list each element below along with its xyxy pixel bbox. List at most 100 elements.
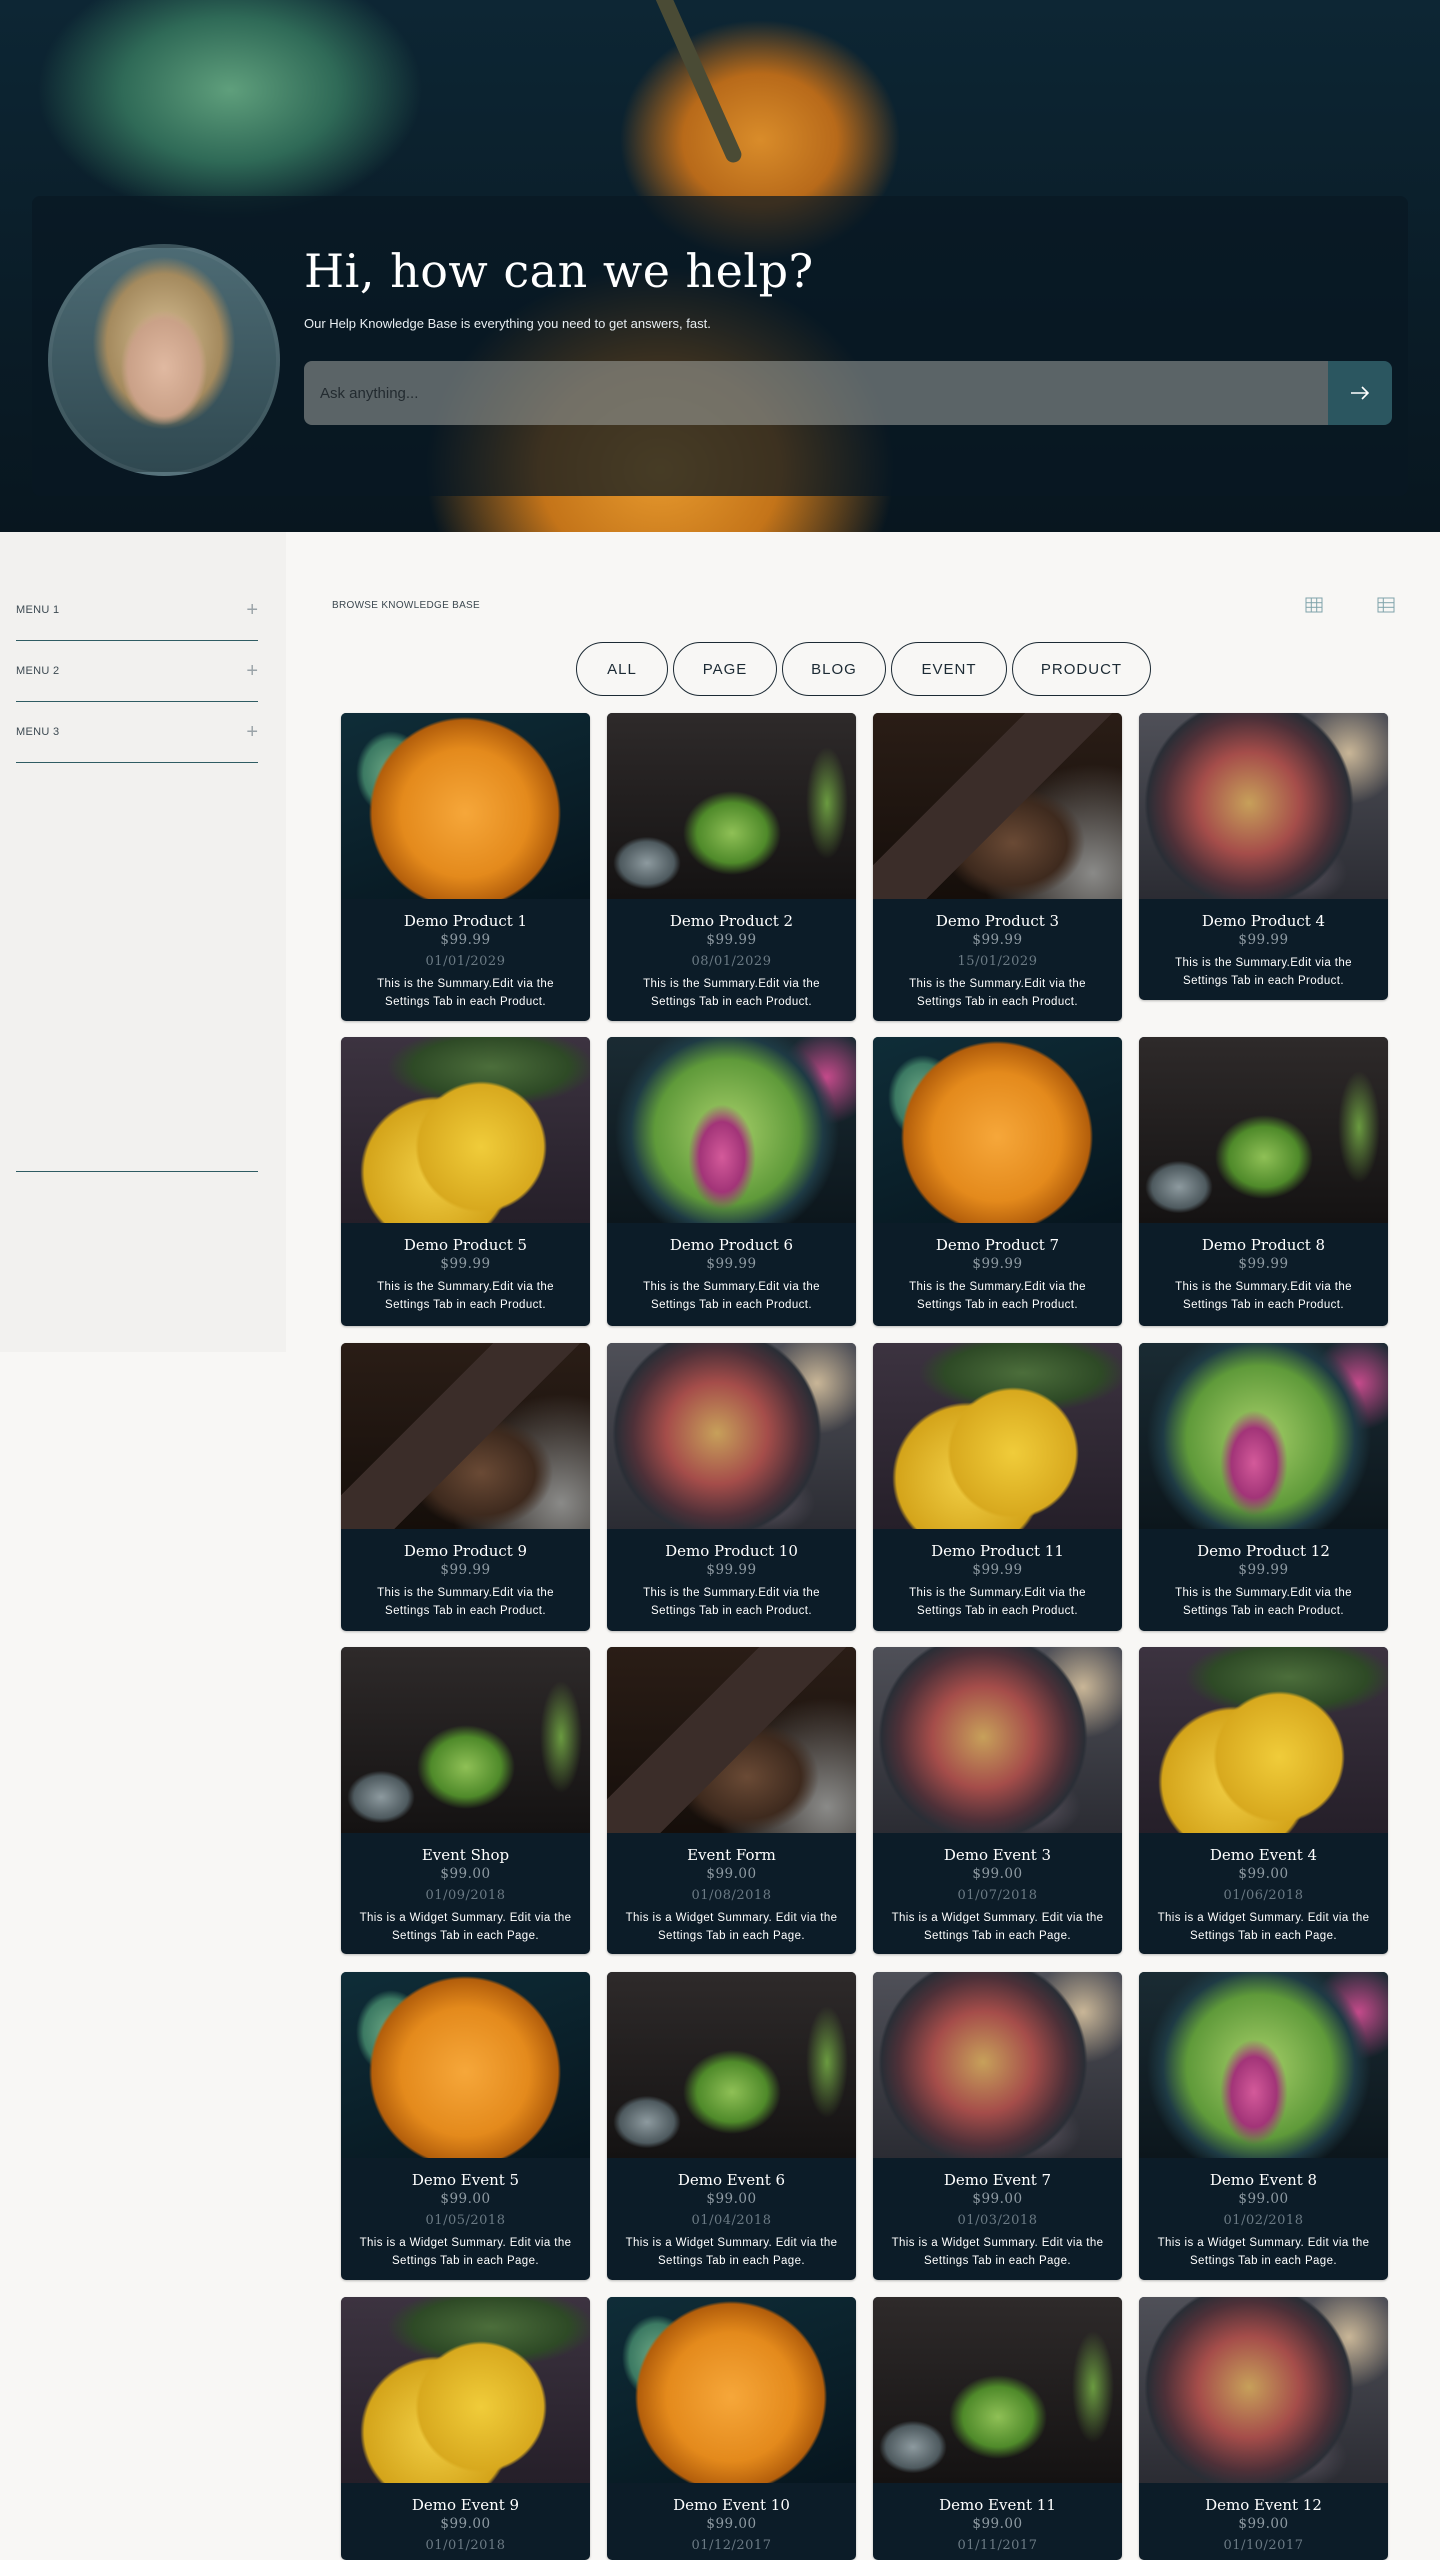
card-title[interactable]: Demo Product 2 xyxy=(607,912,856,930)
card-image[interactable] xyxy=(873,1972,1122,2158)
card-image[interactable] xyxy=(607,1037,856,1223)
content-card[interactable]: Demo Product 6 $99.99 This is the Summary.… xyxy=(607,1037,856,1326)
card-title[interactable]: Demo Event 3 xyxy=(873,1846,1122,1864)
table-icon[interactable] xyxy=(1377,596,1395,614)
card-title[interactable]: Demo Product 10 xyxy=(607,1542,856,1560)
card-image[interactable] xyxy=(341,1647,590,1833)
content-card[interactable]: Demo Event 12 $99.00 01/10/2017 xyxy=(1139,2297,1388,2560)
content-card[interactable]: Demo Event 4 $99.00 01/06/2018 This is a Wi… xyxy=(1139,1647,1388,1954)
content-card[interactable]: Demo Product 7 $99.99 This is the Summary.… xyxy=(873,1037,1122,1326)
card-image[interactable] xyxy=(1139,1343,1388,1529)
card-summary: This is the Summary.Edit via the Setting… xyxy=(643,978,820,1008)
content-card[interactable]: Demo Event 5 $99.00 01/05/2018 This is a Wi… xyxy=(341,1972,590,2280)
content-card[interactable]: Demo Product 3 $99.99 15/01/2029 This is th… xyxy=(873,713,1122,1021)
search-input[interactable] xyxy=(304,361,1328,425)
content-card[interactable]: Demo Product 11 $99.99 This is the Summary… xyxy=(873,1343,1122,1631)
grid-icon[interactable] xyxy=(1305,596,1323,614)
content-card[interactable]: Demo Product 8 $99.99 This is the Summary.… xyxy=(1139,1037,1388,1326)
content-card[interactable]: Demo Event 6 $99.00 01/04/2018 This is a Wi… xyxy=(607,1972,856,2280)
card-image[interactable] xyxy=(1139,1037,1388,1223)
card-title[interactable]: Demo Product 8 xyxy=(1139,1236,1388,1254)
card-summary: This is the Summary.Edit via the Setting… xyxy=(1175,957,1352,987)
content-card[interactable]: Demo Product 10 $99.99 This is the Summary… xyxy=(607,1343,856,1631)
card-price: $99.99 xyxy=(440,1562,491,1578)
card-title[interactable]: Demo Product 4 xyxy=(1139,912,1388,930)
card-date: 01/02/2018 xyxy=(1223,2213,1304,2228)
card-title[interactable]: Demo Event 9 xyxy=(341,2496,590,2514)
card-price: $99.00 xyxy=(1238,2191,1289,2207)
card-image[interactable] xyxy=(873,1647,1122,1833)
card-price: $99.00 xyxy=(1238,2516,1289,2532)
card-price: $99.00 xyxy=(1238,1866,1289,1882)
content-card[interactable]: Demo Event 10 $99.00 01/12/2017 xyxy=(607,2297,856,2560)
content-card[interactable]: Demo Event 3 $99.00 01/07/2018 This is a Wi… xyxy=(873,1647,1122,1954)
content-card[interactable]: Demo Event 7 $99.00 01/03/2018 This is a Wi… xyxy=(873,1972,1122,2280)
card-summary: This is the Summary.Edit via the Setting… xyxy=(377,1587,554,1617)
card-title[interactable]: Event Shop xyxy=(341,1846,590,1864)
content-card[interactable]: Demo Product 12 $99.99 This is the Summary… xyxy=(1139,1343,1388,1631)
card-image[interactable] xyxy=(1139,1972,1388,2158)
content-card[interactable]: Demo Product 2 $99.99 08/01/2029 This is th… xyxy=(607,713,856,1021)
card-title[interactable]: Demo Product 12 xyxy=(1139,1542,1388,1560)
content-card[interactable]: Event Shop $99.00 01/09/2018 This is a Widg… xyxy=(341,1647,590,1954)
card-image[interactable] xyxy=(607,2297,856,2483)
content-card[interactable]: Event Form $99.00 01/08/2018 This is a Widg… xyxy=(607,1647,856,1954)
card-title[interactable]: Demo Event 12 xyxy=(1139,2496,1388,2514)
card-title[interactable]: Demo Product 1 xyxy=(341,912,590,930)
card-image[interactable] xyxy=(1139,713,1388,899)
content-card[interactable]: Demo Event 11 $99.00 01/11/2017 xyxy=(873,2297,1122,2560)
card-image[interactable] xyxy=(341,1972,590,2158)
sidebar-item-menu-1[interactable]: MENU 1 + xyxy=(16,580,258,641)
content-card[interactable]: Demo Product 9 $99.99 This is the Summary.… xyxy=(341,1343,590,1631)
filter-all-button[interactable]: ALL xyxy=(576,642,668,696)
sidebar-item-menu-3[interactable]: MENU 3 + xyxy=(16,702,258,763)
card-title[interactable]: Demo Event 4 xyxy=(1139,1846,1388,1864)
card-image[interactable] xyxy=(341,713,590,899)
card-title[interactable]: Event Form xyxy=(607,1846,856,1864)
content-card[interactable]: Demo Product 1 $99.99 01/01/2029 This is th… xyxy=(341,713,590,1021)
card-title[interactable]: Demo Event 8 xyxy=(1139,2171,1388,2189)
card-title[interactable]: Demo Event 10 xyxy=(607,2496,856,2514)
card-title[interactable]: Demo Product 7 xyxy=(873,1236,1122,1254)
card-image[interactable] xyxy=(873,1343,1122,1529)
card-image[interactable] xyxy=(341,2297,590,2483)
card-image[interactable] xyxy=(1139,1647,1388,1833)
search-submit-button[interactable] xyxy=(1328,361,1392,425)
card-summary: This is a Widget Summary. Edit via the S… xyxy=(1157,1912,1370,1942)
card-image[interactable] xyxy=(873,2297,1122,2483)
card-date: 01/01/2029 xyxy=(425,954,506,969)
card-title[interactable]: Demo Event 6 xyxy=(607,2171,856,2189)
page-title: Hi, how can we help? xyxy=(304,244,814,298)
filter-page-button[interactable]: PAGE xyxy=(673,642,777,696)
card-image[interactable] xyxy=(341,1343,590,1529)
card-title[interactable]: Demo Event 7 xyxy=(873,2171,1122,2189)
card-title[interactable]: Demo Product 3 xyxy=(873,912,1122,930)
card-price: $99.99 xyxy=(706,932,757,948)
content-card[interactable]: Demo Product 4 $99.99 This is the Summary.… xyxy=(1139,713,1388,1000)
filter-blog-button[interactable]: BLOG xyxy=(782,642,886,696)
card-title[interactable]: Demo Product 9 xyxy=(341,1542,590,1560)
card-image[interactable] xyxy=(607,1343,856,1529)
card-image[interactable] xyxy=(341,1037,590,1223)
card-title[interactable]: Demo Product 11 xyxy=(873,1542,1122,1560)
plus-icon[interactable]: + xyxy=(246,721,258,744)
filter-product-button[interactable]: PRODUCT xyxy=(1012,642,1151,696)
card-date: 01/08/2018 xyxy=(691,1888,772,1903)
card-title[interactable]: Demo Event 5 xyxy=(341,2171,590,2189)
content-card[interactable]: Demo Event 8 $99.00 01/02/2018 This is a Wi… xyxy=(1139,1972,1388,2280)
card-image[interactable] xyxy=(607,1972,856,2158)
content-card[interactable]: Demo Product 5 $99.99 This is the Summary.… xyxy=(341,1037,590,1326)
plus-icon[interactable]: + xyxy=(246,599,258,622)
card-title[interactable]: Demo Product 6 xyxy=(607,1236,856,1254)
sidebar-item-menu-1[interactable] xyxy=(16,1111,258,1172)
card-image[interactable] xyxy=(873,1037,1122,1223)
card-image[interactable] xyxy=(607,1647,856,1833)
card-title[interactable]: Demo Product 5 xyxy=(341,1236,590,1254)
card-title[interactable]: Demo Event 11 xyxy=(873,2496,1122,2514)
filter-event-button[interactable]: EVENT xyxy=(891,642,1007,696)
card-image[interactable] xyxy=(1139,2297,1388,2483)
hero-subtitle: Our Help Knowledge Base is everything yo… xyxy=(304,316,711,331)
content-card[interactable]: Demo Event 9 $99.00 01/01/2018 xyxy=(341,2297,590,2560)
card-image[interactable] xyxy=(607,713,856,899)
card-image[interactable] xyxy=(873,713,1122,899)
